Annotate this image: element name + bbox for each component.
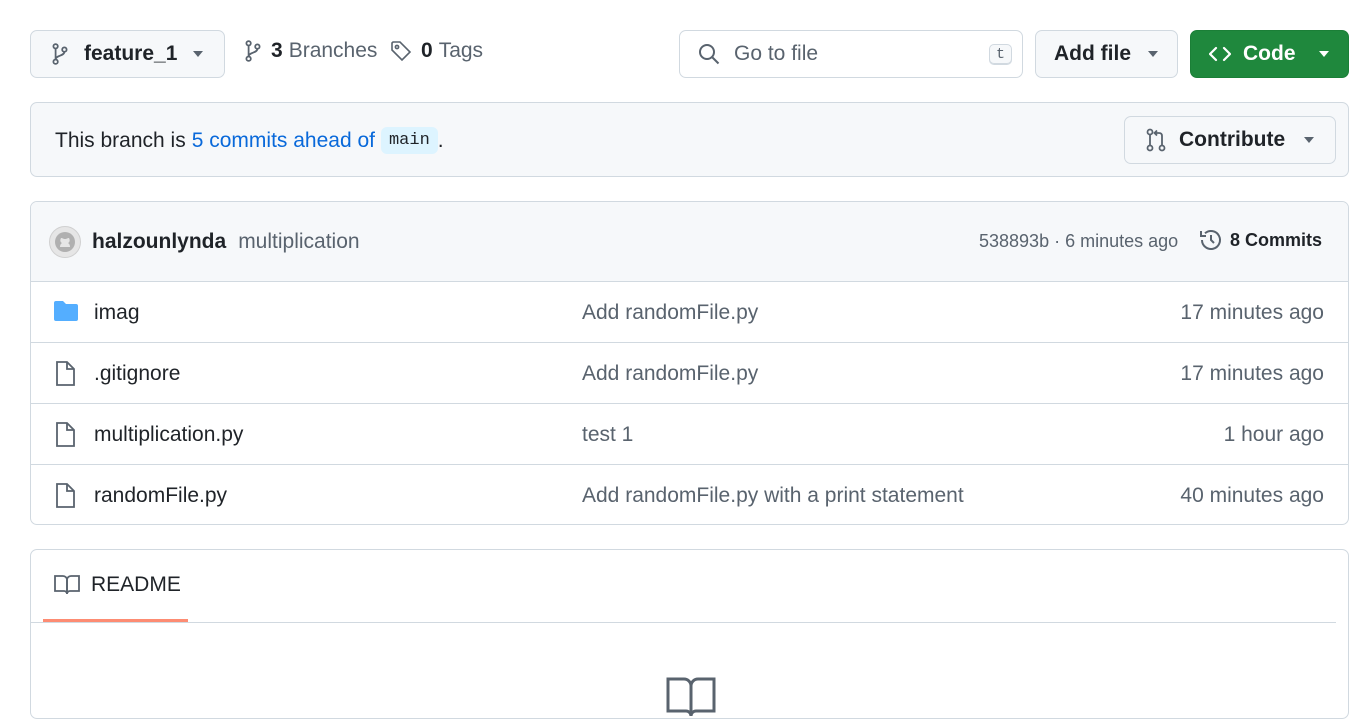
tag-icon — [390, 40, 412, 62]
banner-suffix: . — [437, 128, 444, 152]
book-icon — [54, 574, 80, 596]
file-row-imag[interactable]: imag Add randomFile.py 17 minutes ago — [31, 282, 1348, 343]
folder-icon — [53, 300, 79, 322]
git-branch-icon — [244, 40, 262, 62]
file-name-link[interactable]: imag — [94, 301, 140, 325]
file-commit-message[interactable]: Add randomFile.py — [582, 362, 758, 386]
contribute-button[interactable]: Contribute — [1124, 116, 1336, 164]
branch-status-text: This branch is 5 commits ahead of main . — [55, 127, 444, 154]
file-commit-date: 17 minutes ago — [1180, 362, 1324, 385]
chevron-down-icon — [1318, 50, 1330, 58]
history-icon — [1199, 228, 1223, 252]
commits-history-link[interactable]: 8 Commits — [1199, 228, 1322, 252]
branches-label: Branches — [288, 39, 378, 62]
contribute-label: Contribute — [1179, 128, 1286, 151]
chevron-down-icon — [1303, 136, 1315, 144]
git-pull-request-icon — [1145, 128, 1167, 152]
chevron-down-icon — [1147, 50, 1159, 58]
file-commit-date: 1 hour ago — [1223, 423, 1324, 446]
file-commit-message[interactable]: test 1 — [582, 423, 633, 447]
commit-author-link[interactable]: halzounlynda — [92, 230, 226, 254]
keyboard-shortcut-hint: t — [988, 43, 1012, 65]
file-row-gitignore[interactable]: .gitignore Add randomFile.py 17 minutes … — [31, 343, 1348, 404]
branches-count: 3 — [271, 39, 283, 62]
readme-panel: README — [30, 549, 1349, 719]
chevron-down-icon — [192, 50, 204, 58]
tags-count: 0 — [421, 39, 433, 62]
file-row-multiplication[interactable]: multiplication.py test 1 1 hour ago — [31, 404, 1348, 465]
file-table: halzounlynda multiplication 538893b · 6 … — [30, 201, 1349, 525]
latest-commit-header: halzounlynda multiplication 538893b · 6 … — [31, 202, 1348, 282]
tab-readme[interactable]: README — [43, 550, 188, 622]
branch-name-label: feature_1 — [84, 42, 178, 65]
commit-hash-and-time[interactable]: 538893b · 6 minutes ago — [979, 231, 1178, 252]
file-row-randomfile[interactable]: randomFile.py Add randomFile.py with a p… — [31, 465, 1348, 524]
file-commit-date: 17 minutes ago — [1180, 301, 1324, 324]
code-label: Code — [1243, 42, 1296, 65]
file-name-link[interactable]: multiplication.py — [94, 423, 243, 447]
readme-tab-label: README — [91, 572, 181, 596]
add-file-label: Add file — [1054, 42, 1131, 65]
banner-prefix: This branch is — [55, 128, 186, 152]
file-commit-message[interactable]: Add randomFile.py — [582, 301, 758, 325]
file-icon — [53, 483, 77, 509]
git-branch-icon — [51, 43, 69, 65]
add-file-button[interactable]: Add file — [1035, 30, 1178, 78]
file-commit-message[interactable]: Add randomFile.py with a print statement — [582, 484, 964, 508]
code-button[interactable]: Code — [1190, 30, 1349, 78]
file-icon — [53, 361, 77, 387]
branch-selector-button[interactable]: feature_1 — [30, 30, 225, 78]
search-input[interactable] — [734, 42, 974, 66]
go-to-file-search[interactable]: t — [679, 30, 1023, 78]
file-name-link[interactable]: randomFile.py — [94, 484, 227, 508]
avatar[interactable] — [49, 225, 81, 258]
commit-message-link[interactable]: multiplication — [238, 230, 359, 254]
commits-count-label: 8 Commits — [1230, 229, 1323, 250]
tags-label: Tags — [438, 39, 484, 62]
search-icon — [698, 43, 720, 65]
book-icon — [666, 676, 716, 716]
code-icon — [1209, 46, 1231, 62]
file-icon — [53, 422, 77, 448]
commits-ahead-link[interactable]: 5 commits ahead of — [192, 129, 375, 153]
tags-link[interactable]: 0 Tags — [390, 39, 483, 63]
file-commit-date: 40 minutes ago — [1180, 484, 1324, 507]
base-branch-label[interactable]: main — [380, 127, 438, 154]
branches-link[interactable]: 3 Branches — [244, 39, 377, 63]
file-name-link[interactable]: .gitignore — [94, 362, 180, 386]
branch-status-banner: This branch is 5 commits ahead of main .… — [30, 102, 1349, 177]
divider — [31, 622, 1336, 623]
